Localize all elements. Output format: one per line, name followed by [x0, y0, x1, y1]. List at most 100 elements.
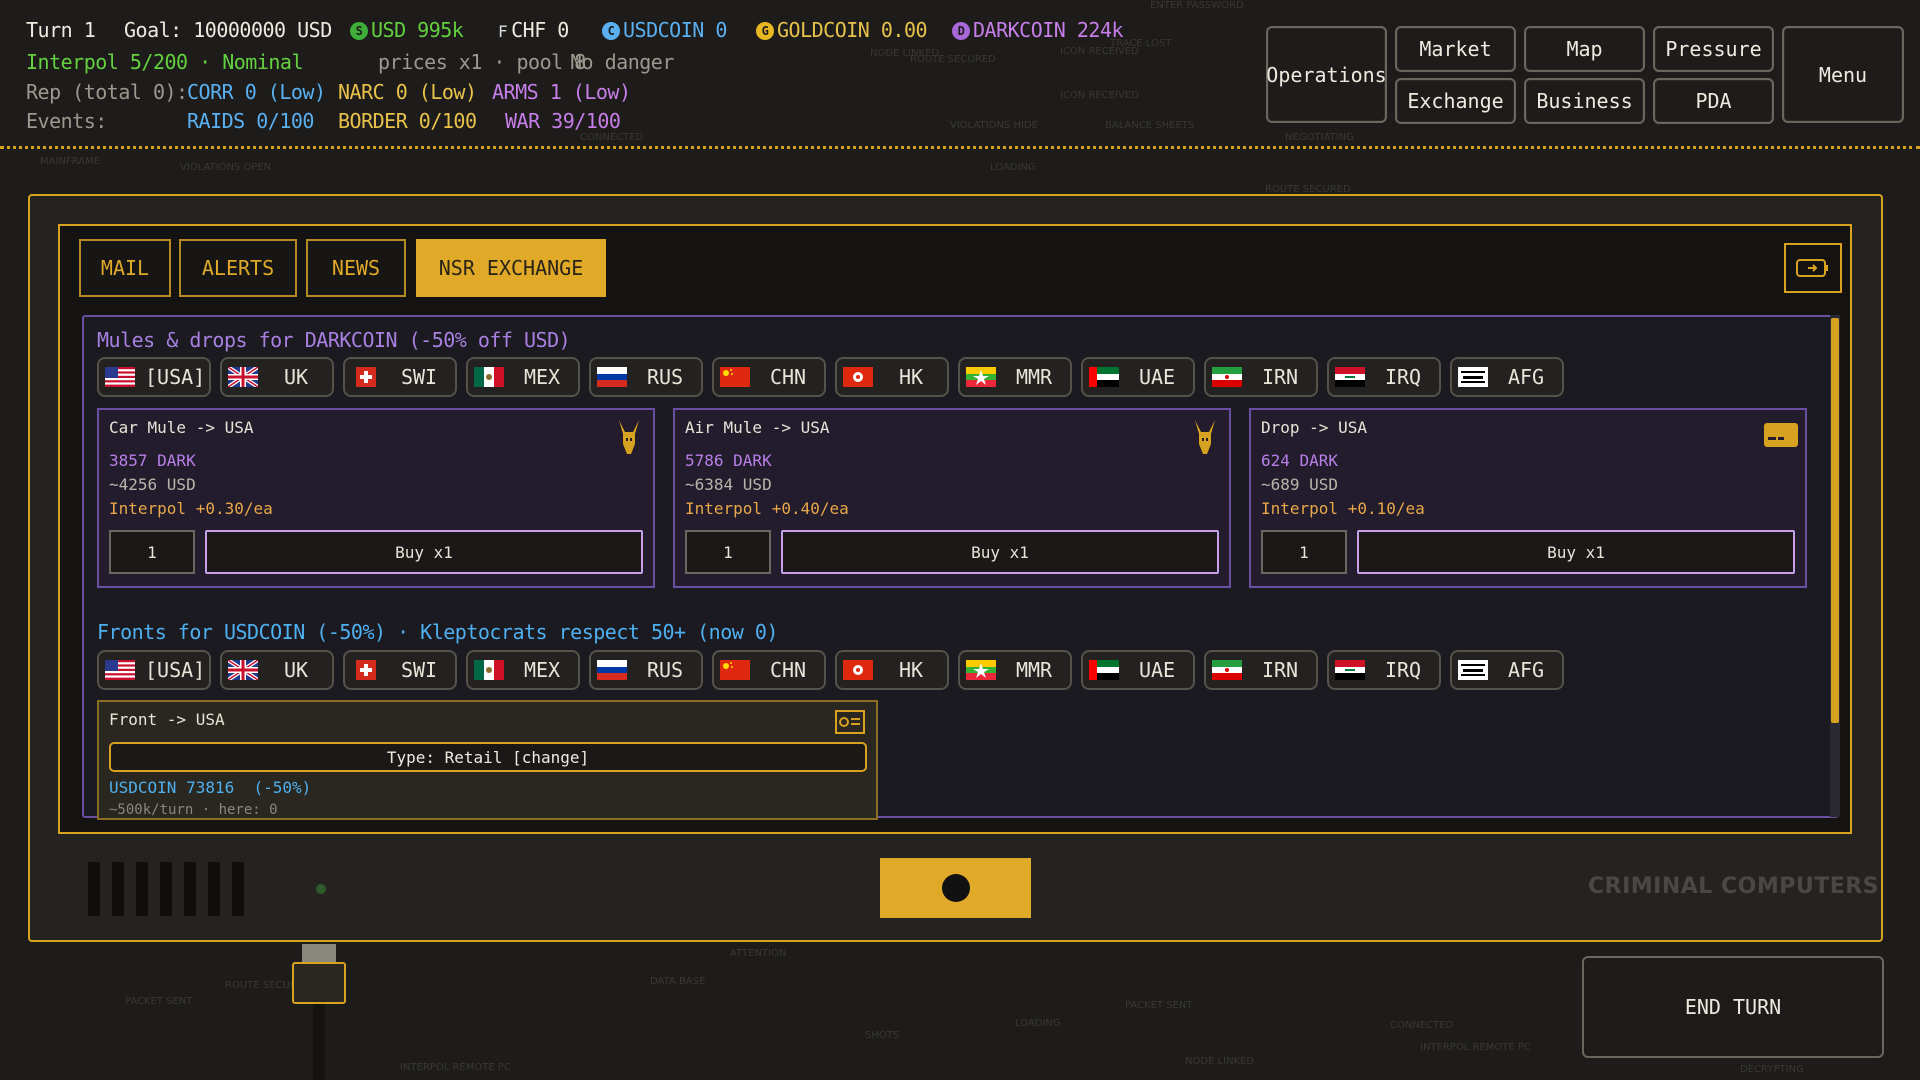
market-button[interactable]: Market [1395, 26, 1516, 72]
country-label: CHN [769, 365, 807, 389]
dollar-coin-icon: S [350, 22, 368, 40]
quantity-input[interactable]: 1 [109, 530, 195, 574]
tab-nsr-exchange[interactable]: NSR EXCHANGE [416, 239, 606, 297]
mules-country-usa[interactable]: [USA] [97, 357, 211, 397]
mules-country-mex[interactable]: MEX [466, 357, 580, 397]
end-turn-button[interactable]: END TURN [1582, 956, 1884, 1058]
country-label: AFG [1507, 658, 1545, 682]
fronts-country-mmr[interactable]: MMR [958, 650, 1072, 690]
fronts-country-afg[interactable]: AFG [1450, 650, 1564, 690]
mules-country-swi[interactable]: SWI [343, 357, 457, 397]
country-label: MEX [523, 365, 561, 389]
mmr-flag-icon [966, 367, 1006, 387]
exchange-button[interactable]: Exchange [1395, 78, 1516, 124]
mules-country-hk[interactable]: HK [835, 357, 949, 397]
map-button[interactable]: Map [1524, 26, 1645, 72]
buy-button[interactable]: Buy x1 [1357, 530, 1795, 574]
swi-flag-icon [351, 660, 391, 680]
fronts-country-rus[interactable]: RUS [589, 650, 703, 690]
fronts-country-swi[interactable]: SWI [343, 650, 457, 690]
franc-icon: F [498, 22, 508, 41]
quantity-input[interactable]: 1 [685, 530, 771, 574]
scrollbar-thumb[interactable] [1831, 318, 1839, 723]
business-button[interactable]: Business [1524, 78, 1645, 124]
fronts-country-usa[interactable]: [USA] [97, 650, 211, 690]
tab-mail[interactable]: MAIL [79, 239, 171, 297]
card-interpol: Interpol +0.10/ea [1261, 499, 1425, 518]
power-button[interactable] [880, 858, 1031, 918]
irn-flag-icon [1212, 367, 1252, 387]
mules-country-afg[interactable]: AFG [1450, 357, 1564, 397]
usa-flag-icon [105, 660, 145, 680]
rus-flag-icon [597, 367, 637, 387]
mules-country-mmr[interactable]: MMR [958, 357, 1072, 397]
uae-flag-icon [1089, 660, 1129, 680]
front-price: USDCOIN 73816 (-50%) [109, 778, 312, 797]
fronts-country-mex[interactable]: MEX [466, 650, 580, 690]
pda-button[interactable]: PDA [1653, 78, 1774, 124]
country-label: HK [898, 658, 924, 682]
country-label: UK [283, 658, 309, 682]
fronts-country-uae[interactable]: UAE [1081, 650, 1195, 690]
card-dark-price: 624 DARK [1261, 451, 1339, 470]
pressure-button[interactable]: Pressure [1653, 26, 1774, 72]
rep-narc: NARC 0 (Low) [338, 80, 477, 104]
header-divider [0, 146, 1920, 149]
mules-country-uae[interactable]: UAE [1081, 357, 1195, 397]
front-type-button[interactable]: Type: Retail [change] [109, 742, 867, 772]
mules-country-chn[interactable]: CHN [712, 357, 826, 397]
interpol-status: Interpol 5/200 · Nominal [26, 50, 303, 74]
darkcoin-icon: D [952, 22, 970, 40]
hk-flag-icon [843, 367, 883, 387]
front-card-title: Front -> USA [109, 710, 225, 729]
screen-toggle-button[interactable] [1784, 243, 1842, 293]
mules-country-irn[interactable]: IRN [1204, 357, 1318, 397]
mmr-flag-icon [966, 660, 1006, 680]
swi-flag-icon [351, 367, 391, 387]
operations-button[interactable]: Operations [1266, 26, 1387, 123]
country-label: SWI [400, 658, 438, 682]
usdcoin-balance: C USDCOIN 0 [602, 18, 727, 42]
fronts-country-hk[interactable]: HK [835, 650, 949, 690]
country-label: UK [283, 365, 309, 389]
country-label: MMR [1015, 365, 1053, 389]
mules-country-uk[interactable]: UK [220, 357, 334, 397]
cable-connector [302, 944, 336, 962]
mules-country-irq[interactable]: IRQ [1327, 357, 1441, 397]
irq-flag-icon [1335, 367, 1375, 387]
mules-country-rus[interactable]: RUS [589, 357, 703, 397]
rep-corr: CORR 0 (Low) [187, 80, 326, 104]
fronts-country-chn[interactable]: CHN [712, 650, 826, 690]
cable-wire [313, 1004, 325, 1080]
turn-counter: Turn 1 [26, 18, 96, 42]
fronts-country-irq[interactable]: IRQ [1327, 650, 1441, 690]
front-subtext: ~500k/turn · here: 0 [109, 802, 278, 818]
country-label: HK [898, 365, 924, 389]
country-label: [USA] [145, 365, 206, 389]
fronts-country-uk[interactable]: UK [220, 650, 334, 690]
event-war: WAR 39/100 [505, 109, 621, 133]
country-label: UAE [1138, 658, 1176, 682]
brand-logo: CRIMINAL COMPUTERS [1588, 874, 1880, 899]
goal-text: Goal: 10000000 USD [124, 18, 332, 42]
buy-button[interactable]: Buy x1 [205, 530, 643, 574]
menu-button[interactable]: Menu [1782, 26, 1904, 123]
card-title: Air Mule -> USA [685, 418, 830, 437]
card-usd-price: ~6384 USD [685, 475, 772, 494]
drop-card: Drop -> USA 624 DARK ~689 USD Interpol +… [1249, 408, 1807, 588]
quantity-input[interactable]: 1 [1261, 530, 1347, 574]
tab-news[interactable]: NEWS [306, 239, 406, 297]
tab-alerts[interactable]: ALERTS [179, 239, 297, 297]
card-usd-price: ~4256 USD [109, 475, 196, 494]
event-raids: RAIDS 0/100 [187, 109, 314, 133]
fronts-country-irn[interactable]: IRN [1204, 650, 1318, 690]
rep-arms: ARMS 1 (Low) [492, 80, 631, 104]
buy-button[interactable]: Buy x1 [781, 530, 1219, 574]
cable-plug [292, 962, 346, 1004]
card-dark-price: 3857 DARK [109, 451, 196, 470]
card-title: Car Mule -> USA [109, 418, 254, 437]
country-label: AFG [1507, 365, 1545, 389]
rep-label: Rep (total 0): [26, 80, 188, 104]
car-mule-card: Car Mule -> USA 3857 DARK ~4256 USD Inte… [97, 408, 655, 588]
power-led [316, 884, 326, 894]
